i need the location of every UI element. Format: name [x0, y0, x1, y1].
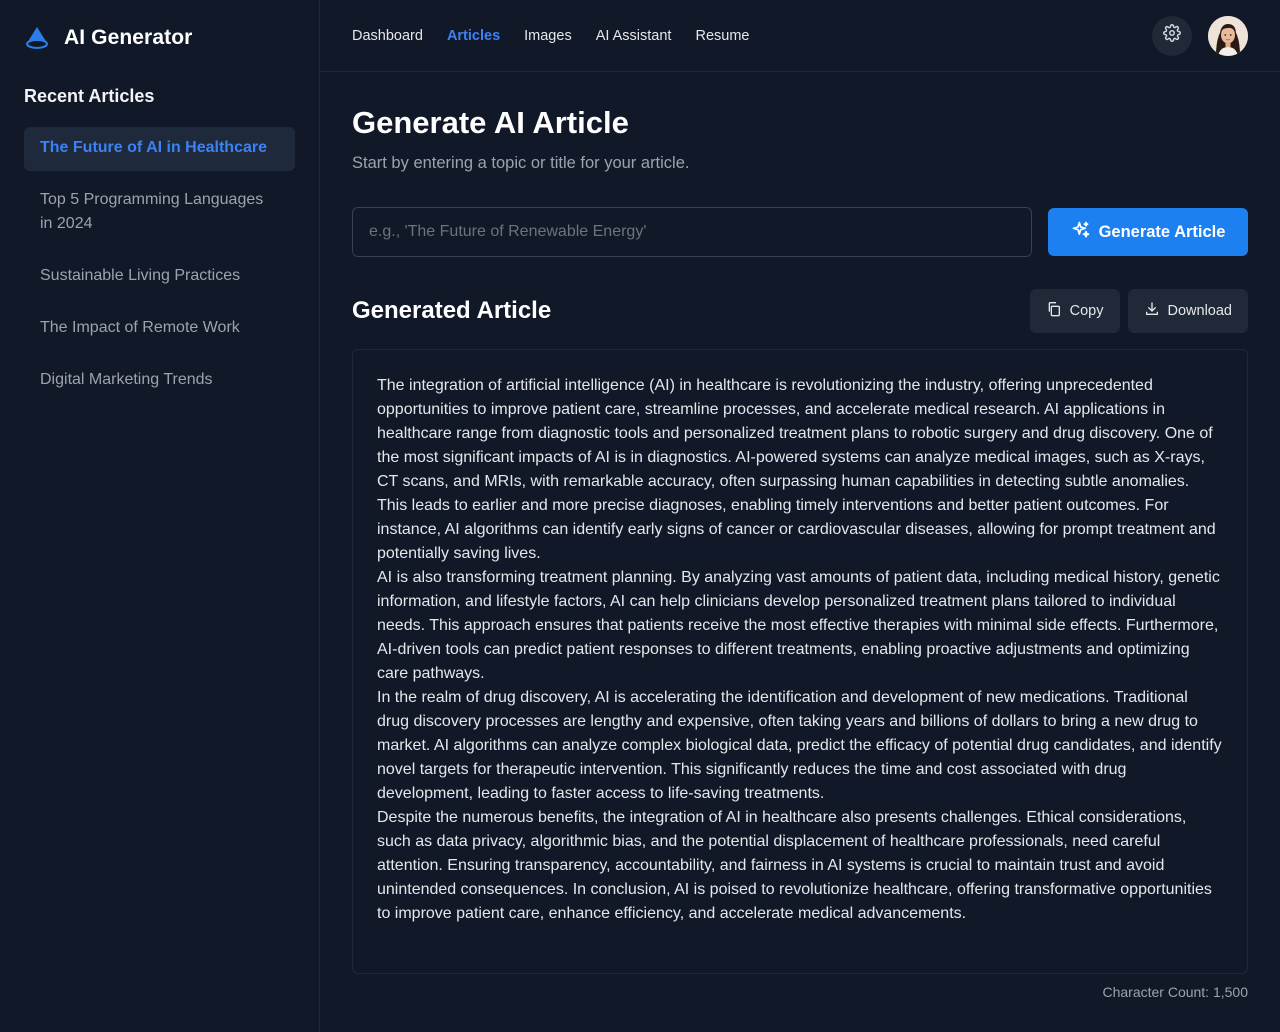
article-output[interactable]: The integration of artificial intelligen… [352, 349, 1248, 974]
app-root: AI Generator Recent Articles The Future … [0, 0, 1280, 1032]
download-label: Download [1167, 303, 1233, 319]
sidebar-item-sustainable-living[interactable]: Sustainable Living Practices [24, 255, 295, 299]
generate-article-button[interactable]: Generate Article [1048, 208, 1248, 256]
main-area: Dashboard Articles Images AI Assistant R… [320, 0, 1280, 1032]
result-actions: Copy Download [1029, 289, 1248, 333]
top-nav: Dashboard Articles Images AI Assistant R… [352, 28, 773, 44]
copy-icon [1046, 301, 1062, 321]
result-header: Generated Article Copy Download [352, 289, 1248, 333]
article-paragraph: Despite the numerous benefits, the integ… [377, 809, 1212, 922]
page-title: Generate AI Article [352, 105, 629, 140]
generated-article-title: Generated Article [352, 297, 552, 324]
gear-icon [1163, 24, 1181, 47]
character-count: Character Count: 1,500 [1102, 984, 1248, 1000]
sidebar-item-digital-marketing[interactable]: Digital Marketing Trends [24, 359, 295, 403]
brand[interactable]: AI Generator [24, 0, 295, 76]
logo-icon [24, 25, 50, 51]
content: Generate AI Article Start by entering a … [320, 72, 1280, 1000]
brand-name: AI Generator [64, 26, 193, 49]
top-bar: Dashboard Articles Images AI Assistant R… [320, 0, 1280, 72]
generate-article-label: Generate Article [1098, 222, 1226, 241]
topic-input[interactable] [352, 207, 1032, 257]
sidebar: AI Generator Recent Articles The Future … [0, 0, 320, 1032]
recent-articles-title: Recent Articles [24, 86, 155, 106]
article-paragraph: The integration of artificial intelligen… [377, 377, 1216, 562]
page-subtitle: Start by entering a topic or title for y… [352, 154, 690, 172]
copy-label: Copy [1069, 303, 1104, 319]
top-actions [1152, 15, 1248, 56]
recent-articles-list: The Future of AI in Healthcare Top 5 Pro… [24, 127, 295, 403]
sparkles-icon [1071, 220, 1091, 245]
download-icon [1144, 301, 1160, 321]
sidebar-item-future-ai-healthcare[interactable]: The Future of AI in Healthcare [24, 127, 295, 171]
article-paragraph: In the realm of drug discovery, AI is ac… [377, 689, 1222, 802]
nav-ai-assistant[interactable]: AI Assistant [596, 28, 672, 44]
sidebar-item-remote-work[interactable]: The Impact of Remote Work [24, 307, 295, 351]
nav-dashboard[interactable]: Dashboard [352, 28, 423, 44]
generator-row: Generate Article [352, 207, 1248, 257]
settings-button[interactable] [1152, 15, 1192, 56]
sidebar-item-programming-languages[interactable]: Top 5 Programming Languages in 2024 [24, 179, 295, 247]
nav-resume[interactable]: Resume [695, 28, 749, 44]
nav-articles[interactable]: Articles [447, 28, 500, 44]
avatar[interactable] [1208, 15, 1248, 56]
download-button[interactable]: Download [1127, 289, 1248, 333]
copy-button[interactable]: Copy [1029, 289, 1120, 333]
nav-images[interactable]: Images [524, 28, 572, 44]
article-paragraph: AI is also transforming treatment planni… [377, 569, 1220, 682]
